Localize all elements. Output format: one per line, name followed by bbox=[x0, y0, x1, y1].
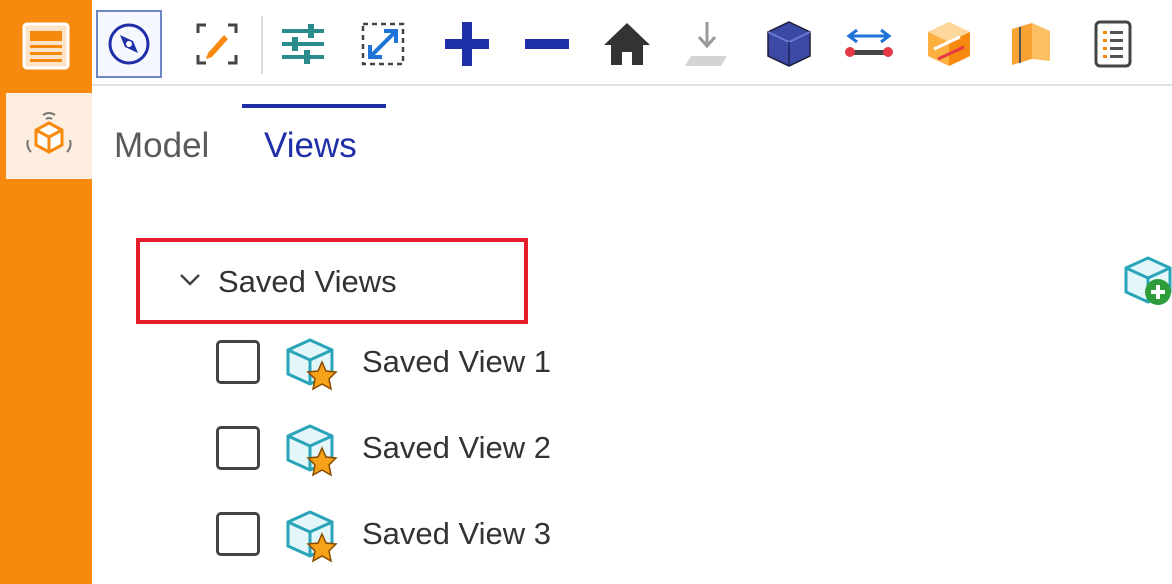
zoom-in-button[interactable] bbox=[434, 10, 500, 78]
saved-view-icon bbox=[286, 510, 338, 563]
solid-view-button[interactable] bbox=[756, 10, 822, 78]
left-rail bbox=[0, 0, 92, 584]
zoom-out-icon bbox=[525, 39, 569, 49]
properties-list-icon bbox=[1094, 20, 1132, 68]
toolbar bbox=[92, 0, 1172, 86]
home-button[interactable] bbox=[594, 10, 660, 78]
fit-view-button[interactable] bbox=[350, 10, 416, 78]
panel-layout-icon bbox=[22, 22, 70, 70]
drop-to-floor-icon bbox=[685, 22, 727, 66]
saved-view-icon bbox=[286, 338, 338, 391]
active-tab-indicator bbox=[242, 104, 386, 108]
saved-view-checkbox[interactable] bbox=[216, 512, 260, 556]
list-item[interactable]: Saved View 2 bbox=[214, 422, 714, 478]
section-plane-button[interactable] bbox=[998, 10, 1064, 78]
add-view-icon bbox=[1124, 256, 1172, 305]
toolbar-separator bbox=[261, 16, 263, 74]
fit-view-icon bbox=[361, 22, 405, 66]
add-saved-view-button[interactable] bbox=[1124, 254, 1172, 310]
section-plane-icon bbox=[1012, 23, 1050, 65]
markup-button[interactable] bbox=[184, 10, 250, 78]
panel-tabs: Model Views bbox=[92, 86, 492, 176]
saved-views-title: Saved Views bbox=[218, 264, 397, 299]
sliders-icon bbox=[282, 24, 324, 64]
section-box-icon bbox=[928, 22, 970, 66]
measure-icon bbox=[845, 28, 893, 57]
saved-view-label: Saved View 1 bbox=[362, 344, 551, 379]
list-item[interactable]: Saved View 3 bbox=[214, 508, 714, 564]
chevron-down-icon[interactable] bbox=[178, 272, 202, 288]
drop-to-floor-button[interactable] bbox=[674, 10, 740, 78]
compass-icon bbox=[108, 23, 150, 65]
home-icon bbox=[604, 23, 650, 65]
zoom-out-button[interactable] bbox=[514, 10, 580, 78]
cube-signal-icon bbox=[26, 112, 72, 154]
tab-model[interactable]: Model bbox=[114, 126, 209, 166]
properties-button[interactable] bbox=[1080, 10, 1146, 78]
settings-button[interactable] bbox=[270, 10, 336, 78]
saved-view-label: Saved View 2 bbox=[362, 430, 551, 465]
saved-view-icon bbox=[286, 424, 338, 477]
saved-view-label: Saved View 3 bbox=[362, 516, 551, 551]
markup-icon bbox=[196, 23, 238, 65]
panel-toggle-button[interactable] bbox=[0, 0, 92, 92]
saved-view-checkbox[interactable] bbox=[216, 340, 260, 384]
navigation-button[interactable] bbox=[96, 10, 162, 78]
saved-views-header[interactable]: Saved Views bbox=[136, 238, 528, 324]
list-item[interactable]: Saved View 1 bbox=[214, 336, 714, 392]
tab-views[interactable]: Views bbox=[264, 126, 357, 166]
section-box-button[interactable] bbox=[916, 10, 982, 78]
model-sensor-button[interactable] bbox=[6, 93, 92, 179]
zoom-in-icon bbox=[445, 22, 489, 66]
saved-view-checkbox[interactable] bbox=[216, 426, 260, 470]
solid-cube-icon bbox=[767, 21, 811, 67]
measure-button[interactable] bbox=[836, 10, 902, 78]
